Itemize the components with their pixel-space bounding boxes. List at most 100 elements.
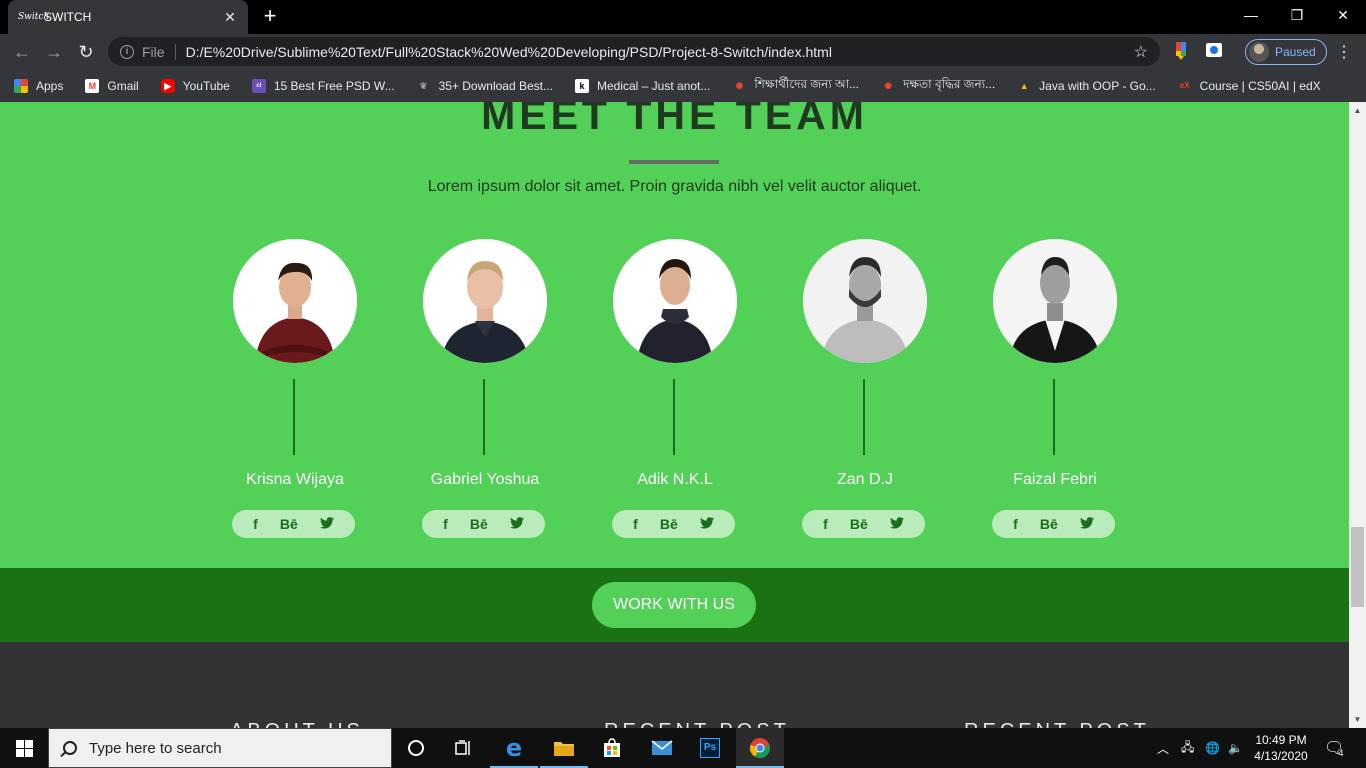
store-icon[interactable]: [588, 728, 636, 768]
profile-status-label: Paused: [1275, 45, 1316, 59]
bookmark-psd-websites[interactable]: cl 15 Best Free PSD W...: [251, 79, 395, 93]
team-member-card: Adik N.K.L f Bē: [612, 239, 738, 539]
bookmark-java-oop[interactable]: ▲ Java with OOP - Go...: [1017, 79, 1156, 93]
action-center-button[interactable]: 🗨 4: [1324, 728, 1344, 768]
browser-tab[interactable]: Switch SWITCH ✕: [8, 0, 248, 34]
work-with-us-button[interactable]: WORK WITH US: [592, 582, 756, 628]
close-window-button[interactable]: ✕: [1320, 0, 1366, 30]
footer-heading-recent-post: RECENT POST: [604, 720, 790, 728]
browser-tab-strip: Switch SWITCH ✕ + — ❐ ✕: [0, 0, 1366, 34]
member-connector-line: [863, 379, 865, 455]
forward-button[interactable]: →: [42, 40, 66, 64]
page-scrollbar[interactable]: ▲ ▼: [1349, 102, 1366, 728]
minimize-window-button[interactable]: —: [1228, 0, 1274, 30]
footer: ABOUT US RECENT POST RECENT POST: [0, 642, 1349, 728]
heading-underline: [629, 160, 719, 164]
gmail-icon: M: [85, 79, 100, 93]
browser-toolbar: ← → ↻ i File D:/E%20Drive/Sublime%20Text…: [0, 34, 1366, 70]
member-photo: [993, 239, 1117, 363]
twitter-icon[interactable]: [509, 516, 524, 532]
member-name: Zan D.J: [836, 471, 893, 488]
facebook-icon[interactable]: f: [1013, 516, 1018, 532]
bookmark-bangla-2[interactable]: ✺ দক্ষতা বৃদ্ধির জন্য...: [881, 76, 995, 96]
bookmark-gmail[interactable]: M Gmail: [85, 79, 139, 93]
member-social-links: f Bē: [612, 510, 735, 538]
scrollbar-thumb[interactable]: [1351, 527, 1364, 607]
url-text[interactable]: D:/E%20Drive/Sublime%20Text/Full%20Stack…: [186, 44, 1134, 60]
avatar: [1249, 42, 1269, 62]
bookmark-label: দক্ষতা বৃদ্ধির জন্য...: [903, 77, 996, 91]
behance-icon[interactable]: Bē: [1040, 516, 1058, 532]
profile-button[interactable]: Paused: [1245, 39, 1327, 65]
bookmark-apps[interactable]: Apps: [14, 79, 63, 93]
bookmark-medical[interactable]: k Medical – Just anot...: [574, 79, 711, 93]
edge-icon[interactable]: e: [490, 728, 538, 768]
tray-overflow-icon[interactable]: ︿: [1157, 728, 1169, 768]
scroll-down-arrow-icon[interactable]: ▼: [1349, 711, 1366, 728]
back-button[interactable]: ←: [10, 40, 34, 64]
tab-title: SWITCH: [44, 10, 92, 24]
file-explorer-icon[interactable]: [540, 728, 588, 768]
chrome-icon[interactable]: [736, 728, 784, 768]
mail-icon[interactable]: [638, 728, 686, 768]
facebook-icon[interactable]: f: [633, 516, 638, 532]
twitter-icon[interactable]: [1079, 516, 1094, 532]
taskbar-clock[interactable]: 10:49 PM 4/13/2020: [1248, 732, 1314, 764]
task-view-icon[interactable]: [440, 728, 488, 768]
member-connector-line: [1053, 379, 1055, 455]
bookmark-cs50ai[interactable]: eX Course | CS50AI | edX: [1178, 79, 1321, 93]
omnibox-divider: [174, 43, 176, 60]
extension-pin-icon[interactable]: [1175, 42, 1187, 60]
cta-band: WORK WITH US: [0, 568, 1349, 642]
facebook-icon[interactable]: f: [443, 516, 448, 532]
search-placeholder: Type here to search: [89, 739, 222, 757]
restore-window-button[interactable]: ❐: [1274, 0, 1320, 30]
edx-icon: eX: [1179, 81, 1190, 90]
language-globe-icon[interactable]: 🌐: [1205, 728, 1220, 768]
search-icon: [63, 741, 77, 755]
extension-screen-icon[interactable]: [1206, 43, 1222, 57]
network-icon[interactable]: 🖧: [1181, 728, 1194, 768]
scroll-up-arrow-icon[interactable]: ▲: [1349, 102, 1366, 119]
bookmark-label: Medical – Just anot...: [596, 79, 711, 93]
bookmark-download-best[interactable]: ❦ 35+ Download Best...: [417, 79, 553, 93]
url-scheme-label: File: [142, 43, 165, 60]
bookmark-bangla-1[interactable]: ✺ শিক্ষার্থীদের জন্য আ...: [732, 76, 860, 96]
address-bar[interactable]: i File D:/E%20Drive/Sublime%20Text/Full%…: [108, 37, 1160, 66]
taskbar-search-box[interactable]: Type here to search: [48, 728, 392, 768]
flame-icon: ✺: [884, 81, 892, 91]
volume-icon[interactable]: 🔈: [1228, 728, 1243, 768]
member-name: Gabriel Yoshua: [430, 471, 540, 488]
page-viewport: MEET THE TEAM Lorem ipsum dolor sit amet…: [0, 102, 1349, 728]
start-button[interactable]: [0, 728, 48, 768]
member-connector-line: [483, 379, 485, 455]
behance-icon[interactable]: Bē: [850, 516, 868, 532]
behance-icon[interactable]: Bē: [280, 516, 298, 532]
facebook-icon[interactable]: f: [823, 516, 828, 532]
bookmark-label: 35+ Download Best...: [438, 79, 553, 93]
member-social-links: f Bē: [802, 510, 925, 538]
chrome-menu-icon[interactable]: ⋮: [1336, 42, 1352, 62]
facebook-icon[interactable]: f: [253, 516, 258, 532]
photoshop-icon[interactable]: Ps: [686, 728, 734, 768]
clock-time: 10:49 PM: [1255, 733, 1307, 747]
close-tab-icon[interactable]: ✕: [222, 9, 238, 26]
member-social-links: f Bē: [992, 510, 1115, 538]
reload-button[interactable]: ↻: [74, 40, 98, 64]
new-tab-button[interactable]: +: [258, 4, 282, 28]
twitter-icon[interactable]: [319, 516, 334, 532]
k-icon: k: [574, 79, 589, 93]
footer-heading-recent-post-2: RECENT POST: [964, 720, 1150, 728]
bookmark-star-icon[interactable]: ☆: [1134, 42, 1148, 62]
behance-icon[interactable]: Bē: [660, 516, 678, 532]
member-name: Faizal Febri: [1013, 471, 1097, 488]
twitter-icon[interactable]: [889, 516, 904, 532]
flame-icon: ✺: [735, 81, 744, 91]
team-member-card: Gabriel Yoshua f Bē: [422, 239, 548, 539]
colorlib-icon: cl: [251, 79, 266, 93]
cortana-icon[interactable]: [392, 728, 440, 768]
twitter-icon[interactable]: [699, 516, 714, 532]
bookmark-youtube[interactable]: ▶ YouTube: [160, 79, 230, 93]
info-icon[interactable]: i: [120, 44, 134, 59]
behance-icon[interactable]: Bē: [470, 516, 488, 532]
